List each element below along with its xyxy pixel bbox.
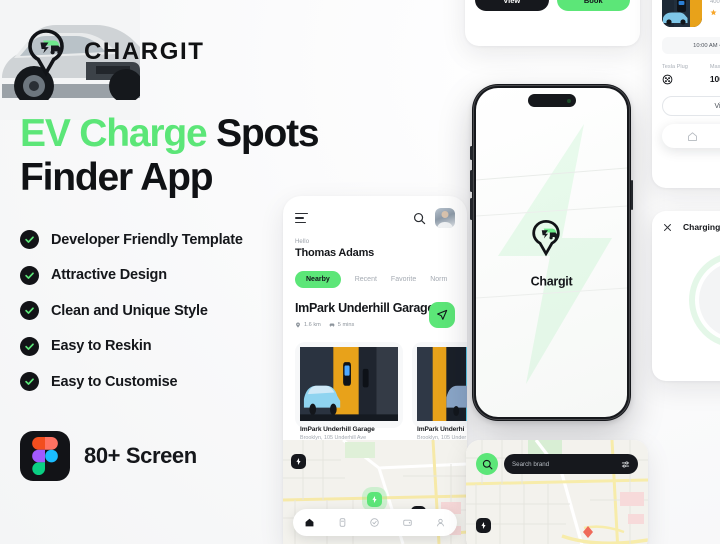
station-summary: Rapid 4001 A 4.4	[662, 0, 720, 27]
feature-label: Easy to Reskin	[51, 338, 152, 355]
greeting-label: Hello	[295, 239, 310, 245]
phone-power-button	[630, 180, 633, 210]
spec-value: 100 kW	[709, 74, 720, 84]
splash-screen: Chargit	[476, 88, 627, 417]
station-card-list: ImPark Underhill Garage Brooklyn, 105 Un…	[295, 341, 467, 452]
close-icon[interactable]	[663, 223, 672, 232]
front-camera-icon	[566, 98, 571, 103]
avatar[interactable]	[435, 208, 455, 228]
check-circle-icon[interactable]	[369, 517, 380, 528]
map-pin-selected[interactable]	[367, 492, 382, 507]
station-address: 4001 A	[710, 0, 720, 5]
check-circle-icon	[20, 265, 39, 285]
station-title: ImPark Underhill Garage	[300, 425, 375, 433]
booking-datetime: 10:00 AM • Nov 10, 20	[662, 37, 720, 54]
home-icon[interactable]	[687, 131, 698, 142]
page-title: EV Charge Spots Finder App	[20, 112, 350, 200]
bottom-tabbar	[293, 509, 457, 536]
booking-detail-screen: View Rapid 4001 A	[652, 0, 720, 188]
feature-label: Easy to Customise	[51, 373, 178, 390]
phone-volume-down-button	[470, 198, 473, 220]
search-input[interactable]: Search brand	[504, 454, 638, 474]
view-button-bottom[interactable]: View	[662, 96, 720, 116]
check-circle-icon	[20, 372, 39, 392]
filter-icon[interactable]	[621, 460, 630, 469]
detail-actions: View Book	[475, 0, 630, 11]
charge-percent: 3	[685, 292, 720, 309]
check-circle-icon	[20, 336, 39, 356]
headline-accent: EV Charge	[20, 112, 208, 155]
list-item[interactable]: ImPark Underhill Garage Brooklyn, 105 Un…	[295, 341, 403, 452]
charging-status-screen: Charging 3	[652, 211, 720, 381]
pin-bolt-car-logo-icon	[526, 217, 578, 269]
charging-title: Charging	[683, 222, 720, 232]
rating: 4.4	[710, 9, 720, 16]
feature-label: Clean and Unique Style	[51, 302, 208, 319]
spec-label: Max Po	[709, 64, 720, 70]
station-title: ImPark Underhi	[417, 425, 465, 433]
car-icon	[329, 323, 335, 327]
home-icon[interactable]	[304, 517, 315, 528]
bottom-tabbar	[662, 124, 720, 148]
map-pin-station[interactable]	[476, 518, 491, 533]
screens-badge-label: 80+ Screen	[84, 443, 197, 469]
search-icon[interactable]	[413, 212, 426, 225]
headline-line2: Finder App	[20, 156, 214, 200]
figma-icon	[20, 431, 70, 482]
station-photo	[300, 346, 398, 421]
user-name: Thomas Adams	[295, 247, 375, 259]
tab-recent[interactable]: Recent	[355, 276, 377, 283]
filter-tabs: Nearby Recent Favorite Norm	[283, 271, 467, 288]
splash-content: Chargit	[476, 217, 627, 288]
phone-volume-up-button	[470, 170, 473, 192]
list-item[interactable]: ImPark Underhi Brooklyn, 105 Under 1.6 k…	[412, 341, 467, 452]
map-search-screen: Search brand	[466, 440, 648, 544]
brand-name: CHARGIT	[84, 38, 205, 65]
search-placeholder: Search brand	[512, 460, 550, 468]
distance-meta: 1.6 km	[295, 322, 321, 328]
navigate-icon[interactable]	[429, 302, 455, 328]
map-preview[interactable]	[283, 440, 467, 544]
tab-nearby[interactable]: Nearby	[295, 271, 341, 288]
station-icon[interactable]	[337, 517, 348, 528]
charge-progress-ring: 3	[685, 248, 720, 352]
book-button[interactable]: Book	[556, 0, 630, 11]
poster-canvas: CHARGIT EV Charge Spots Finder App Devel…	[0, 0, 720, 544]
spec-power: Max Po 100 kW	[710, 64, 720, 85]
feature-label: Attractive Design	[51, 267, 167, 284]
tab-favorite[interactable]: Favorite	[391, 276, 416, 283]
star-icon	[710, 9, 717, 16]
check-circle-icon	[20, 301, 39, 321]
phone-mute-switch	[470, 146, 473, 160]
station-detail-card: 3 Chargers View Book	[465, 0, 640, 46]
charging-header: Charging	[663, 222, 720, 232]
check-circle-icon	[20, 230, 39, 250]
plug-tesla-icon	[662, 74, 688, 85]
location-pin-icon	[296, 322, 300, 328]
pin-bolt-car-logo-icon	[20, 26, 72, 78]
phone-notch	[527, 94, 576, 107]
duration-meta: 5 mins	[329, 322, 354, 328]
search-button[interactable]	[476, 453, 498, 475]
center-phone-mockup: Chargit	[470, 84, 633, 421]
home-screen-mockup: Hello Thomas Adams Nearby Recent Favorit…	[283, 196, 467, 544]
view-button[interactable]: View	[475, 0, 549, 11]
station-photo	[417, 346, 467, 421]
headline-rest: Spots	[206, 112, 320, 155]
tab-normal[interactable]: Norm	[430, 276, 447, 283]
hamburger-icon[interactable]	[295, 212, 310, 224]
map-pin-station[interactable]	[291, 454, 306, 469]
splash-app-name: Chargit	[530, 274, 573, 288]
station-photo	[662, 0, 702, 27]
home-header	[283, 196, 467, 228]
spec-plug: Tesla Plug	[662, 64, 688, 85]
wallet-icon[interactable]	[402, 517, 413, 528]
charger-specs: Tesla Plug Max Po 100 kW	[662, 64, 720, 85]
spec-label: Tesla Plug	[662, 64, 688, 70]
profile-icon[interactable]	[435, 517, 446, 528]
brand-row: CHARGIT	[20, 26, 350, 78]
feature-label: Developer Friendly Template	[51, 231, 243, 248]
